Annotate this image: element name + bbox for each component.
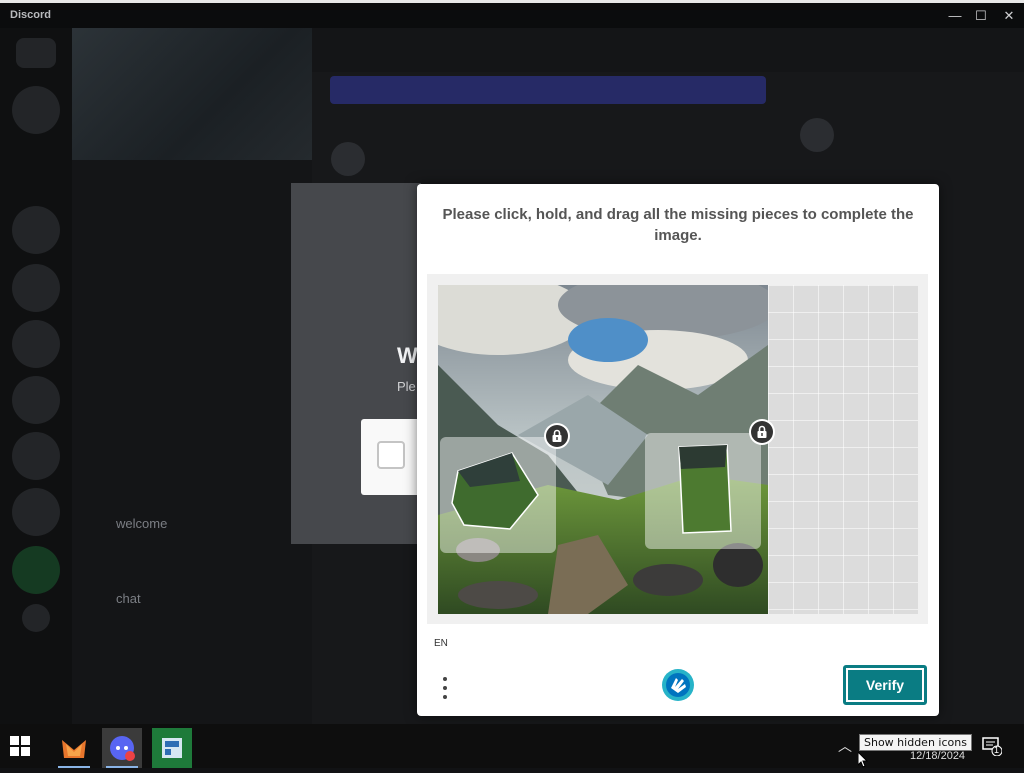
windows-start-icon[interactable] (10, 736, 30, 756)
taskbar-app-icon[interactable] (152, 728, 192, 768)
server-icon[interactable] (12, 264, 60, 312)
captcha-checkbox[interactable] (377, 441, 405, 469)
discord-home-icon[interactable] (16, 38, 56, 68)
piece-grid-area[interactable] (768, 285, 918, 614)
dialog-title: W (397, 343, 418, 368)
lock-icon (546, 425, 568, 447)
puzzle-stage (427, 274, 928, 624)
close-button[interactable]: ✕ (996, 6, 1022, 26)
captcha-challenge: Please click, hold, and drag all the mis… (417, 184, 939, 716)
server-icon[interactable] (12, 86, 60, 134)
minimize-button[interactable]: — (942, 6, 968, 26)
verification-dialog: W Ple (291, 183, 421, 544)
chevron-up-icon[interactable]: ︿ (838, 736, 852, 756)
more-vertical-icon[interactable] (437, 674, 453, 700)
server-icon[interactable] (12, 206, 60, 254)
verify-button[interactable]: Verify (843, 665, 927, 705)
server-icon[interactable] (12, 320, 60, 368)
puzzle-piece[interactable] (440, 437, 556, 553)
avatar (331, 142, 365, 176)
server-icon[interactable] (12, 432, 60, 480)
channel-welcome[interactable]: welcome (116, 516, 167, 531)
puzzle-image (438, 285, 768, 614)
server-icon[interactable] (12, 376, 60, 424)
hcaptcha-logo-icon[interactable] (661, 668, 695, 702)
notification-icon[interactable]: 1 (982, 736, 1003, 757)
lock-icon (751, 421, 773, 443)
explore-icon[interactable] (22, 604, 50, 632)
captcha-checkbox-card (361, 419, 421, 495)
mouse-cursor-icon (857, 750, 870, 768)
maximize-button[interactable]: ☐ (968, 6, 994, 26)
app-title: Discord (10, 9, 51, 21)
clock-date[interactable]: 12/18/2024 (910, 750, 965, 762)
channel-chat[interactable]: chat (116, 591, 141, 606)
notification-count: 1 (994, 745, 1000, 755)
server-sidebar (0, 28, 72, 724)
announcement-bar (330, 76, 766, 104)
add-server-icon[interactable] (12, 546, 60, 594)
server-icon[interactable] (12, 488, 60, 536)
captcha-prompt: Please click, hold, and drag all the mis… (442, 206, 914, 244)
taskbar-app-icon[interactable] (54, 728, 94, 768)
language-selector[interactable]: EN (434, 638, 448, 649)
tooltip: Show hidden icons (859, 734, 972, 751)
discord-taskbar-icon[interactable] (102, 728, 142, 768)
puzzle-piece[interactable] (645, 433, 761, 549)
server-banner (72, 28, 312, 160)
channel-header (312, 28, 1024, 72)
window-titlebar: Discord — ☐ ✕ (0, 0, 1024, 28)
dialog-subtitle: Ple (397, 379, 416, 394)
avatar (800, 118, 834, 152)
